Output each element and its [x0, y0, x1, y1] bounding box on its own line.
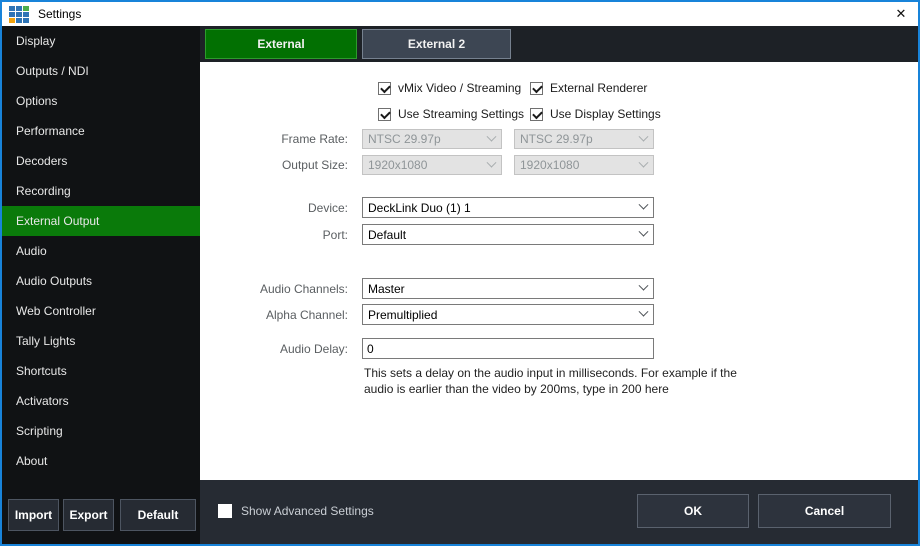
device-row: Device: DeckLink Duo (1) 1 — [200, 197, 918, 218]
use-display-settings-option: Use Display Settings — [530, 107, 682, 121]
port-select[interactable]: Default — [362, 224, 654, 245]
sidebar-item-decoders[interactable]: Decoders — [2, 146, 200, 176]
sidebar-item-audio[interactable]: Audio — [2, 236, 200, 266]
alpha-channel-row: Alpha Channel: Premultiplied — [200, 304, 918, 325]
device-value: DeckLink Duo (1) 1 — [368, 201, 640, 215]
audio-delay-row: Audio Delay: — [200, 338, 918, 359]
logo-cell — [9, 6, 15, 11]
vmix-logo-icon — [9, 6, 29, 23]
logo-cell — [23, 18, 29, 23]
external-output-panel: vMix Video / Streaming External Renderer… — [200, 62, 918, 480]
chevron-down-icon — [639, 157, 649, 167]
chevron-down-icon — [639, 227, 649, 237]
tab-bar: External External 2 — [200, 26, 918, 62]
sidebar-item-web-controller[interactable]: Web Controller — [2, 296, 200, 326]
chevron-down-icon — [487, 157, 497, 167]
chevron-down-icon — [639, 307, 649, 317]
sidebar-item-options[interactable]: Options — [2, 86, 200, 116]
logo-cell — [9, 12, 15, 17]
vmix-video-streaming-option: vMix Video / Streaming — [378, 81, 530, 95]
audio-channels-row: Audio Channels: Master — [200, 278, 918, 299]
sidebar-item-performance[interactable]: Performance — [2, 116, 200, 146]
logo-cell — [9, 18, 15, 23]
use-streaming-settings-checkbox[interactable] — [378, 108, 391, 121]
footer-bar: Show Advanced Settings OK Cancel — [200, 480, 918, 544]
checkbox-row-1: vMix Video / Streaming External Renderer — [378, 80, 918, 96]
use-display-settings-checkbox[interactable] — [530, 108, 543, 121]
audio-channels-select[interactable]: Master — [362, 278, 654, 299]
use-streaming-settings-label: Use Streaming Settings — [398, 107, 524, 121]
window-title: Settings — [38, 7, 81, 21]
tab-external[interactable]: External — [205, 29, 357, 59]
sidebar-item-recording[interactable]: Recording — [2, 176, 200, 206]
frame-rate-value-2: NTSC 29.97p — [520, 132, 640, 146]
sidebar-item-display[interactable]: Display — [2, 26, 200, 56]
output-size-select-2: 1920x1080 — [514, 155, 654, 175]
show-advanced-settings-option: Show Advanced Settings — [218, 504, 374, 518]
frame-rate-row: Frame Rate: NTSC 29.97p NTSC 29.97p — [200, 129, 918, 149]
logo-cell — [16, 12, 22, 17]
audio-delay-input[interactable] — [362, 338, 654, 359]
frame-rate-select-1: NTSC 29.97p — [362, 129, 502, 149]
sidebar-item-outputs-ndi[interactable]: Outputs / NDI — [2, 56, 200, 86]
port-row: Port: Default — [200, 224, 918, 245]
audio-delay-label: Audio Delay: — [200, 342, 362, 356]
chevron-down-icon — [639, 281, 649, 291]
show-advanced-settings-checkbox[interactable] — [218, 504, 232, 518]
port-value: Default — [368, 228, 640, 242]
vmix-video-streaming-label: vMix Video / Streaming — [398, 81, 521, 95]
frame-rate-value-1: NTSC 29.97p — [368, 132, 488, 146]
sidebar-item-scripting[interactable]: Scripting — [2, 416, 200, 446]
logo-cell — [16, 6, 22, 11]
content-area: External External 2 vMix Video / Streami… — [200, 26, 918, 544]
chevron-down-icon — [639, 200, 649, 210]
sidebar-item-audio-outputs[interactable]: Audio Outputs — [2, 266, 200, 296]
device-label: Device: — [200, 201, 362, 215]
checkbox-row-2: Use Streaming Settings Use Display Setti… — [378, 106, 918, 122]
main-area: Display Outputs / NDI Options Performanc… — [2, 26, 918, 544]
frame-rate-select-2: NTSC 29.97p — [514, 129, 654, 149]
tab-external-2[interactable]: External 2 — [362, 29, 511, 59]
close-icon[interactable]: ✕ — [884, 2, 918, 26]
output-size-label: Output Size: — [200, 158, 362, 172]
vmix-video-streaming-checkbox[interactable] — [378, 82, 391, 95]
external-renderer-option: External Renderer — [530, 81, 682, 95]
settings-window: Settings ✕ Display Outputs / NDI Options… — [0, 0, 920, 546]
output-size-row: Output Size: 1920x1080 1920x1080 — [200, 155, 918, 175]
export-button[interactable]: Export — [63, 499, 114, 531]
external-renderer-label: External Renderer — [550, 81, 647, 95]
use-display-settings-label: Use Display Settings — [550, 107, 661, 121]
device-select[interactable]: DeckLink Duo (1) 1 — [362, 197, 654, 218]
ok-button[interactable]: OK — [637, 494, 749, 528]
output-size-select-1: 1920x1080 — [362, 155, 502, 175]
logo-cell — [23, 12, 29, 17]
sidebar-item-shortcuts[interactable]: Shortcuts — [2, 356, 200, 386]
sidebar-item-activators[interactable]: Activators — [2, 386, 200, 416]
sidebar: Display Outputs / NDI Options Performanc… — [2, 26, 200, 544]
audio-channels-value: Master — [368, 282, 640, 296]
use-streaming-settings-option: Use Streaming Settings — [378, 107, 530, 121]
frame-rate-label: Frame Rate: — [200, 132, 362, 146]
logo-cell — [16, 18, 22, 23]
alpha-channel-value: Premultiplied — [368, 308, 640, 322]
output-size-value-2: 1920x1080 — [520, 158, 640, 172]
cancel-button[interactable]: Cancel — [758, 494, 891, 528]
sidebar-item-external-output[interactable]: External Output — [2, 206, 200, 236]
sidebar-item-about[interactable]: About — [2, 446, 200, 476]
chevron-down-icon — [487, 131, 497, 141]
port-label: Port: — [200, 228, 362, 242]
audio-delay-help-text: This sets a delay on the audio input in … — [364, 365, 744, 397]
audio-channels-label: Audio Channels: — [200, 282, 362, 296]
chevron-down-icon — [639, 131, 649, 141]
default-button[interactable]: Default — [120, 499, 196, 531]
show-advanced-settings-label: Show Advanced Settings — [241, 504, 374, 518]
sidebar-item-tally-lights[interactable]: Tally Lights — [2, 326, 200, 356]
external-renderer-checkbox[interactable] — [530, 82, 543, 95]
alpha-channel-label: Alpha Channel: — [200, 308, 362, 322]
import-button[interactable]: Import — [8, 499, 59, 531]
output-size-value-1: 1920x1080 — [368, 158, 488, 172]
title-bar: Settings ✕ — [2, 2, 918, 26]
logo-cell — [23, 6, 29, 11]
alpha-channel-select[interactable]: Premultiplied — [362, 304, 654, 325]
